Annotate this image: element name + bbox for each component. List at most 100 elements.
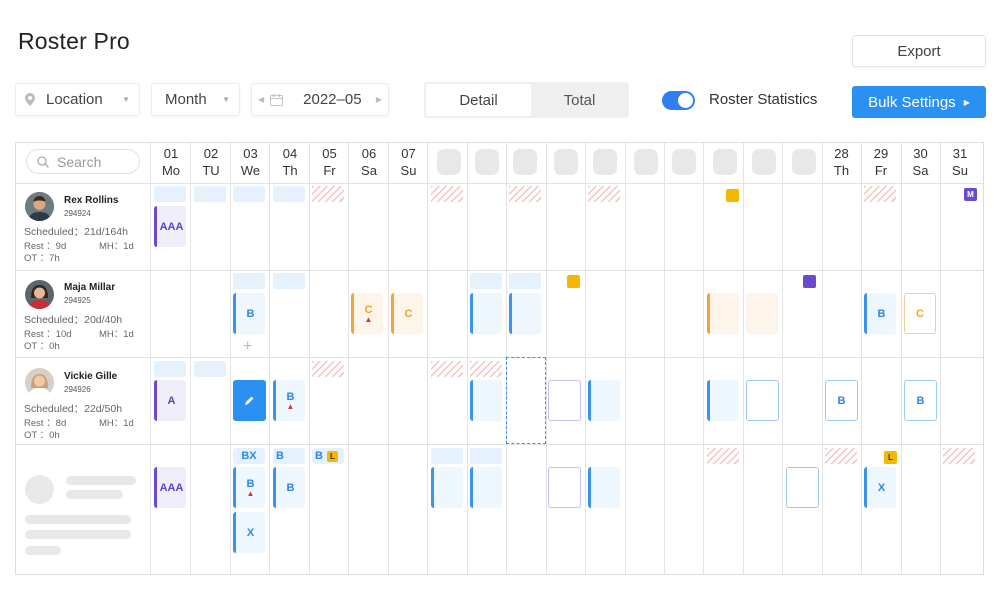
shift-cell[interactable]: X xyxy=(233,512,265,553)
shift-cell[interactable]: B xyxy=(825,380,858,421)
tab-detail[interactable]: Detail xyxy=(426,84,531,116)
selected-cell[interactable] xyxy=(506,357,546,444)
shift-cell[interactable] xyxy=(746,380,779,421)
marker-purple xyxy=(803,275,816,288)
day-header: 06 Sa xyxy=(361,146,377,178)
export-button[interactable]: Export xyxy=(852,35,986,67)
employee-name[interactable]: Maja Millar xyxy=(64,282,115,293)
shift-bar[interactable] xyxy=(233,273,265,289)
tab-total[interactable]: Total xyxy=(531,84,628,116)
shift-bar[interactable] xyxy=(154,186,186,202)
location-pin-icon xyxy=(25,93,35,106)
scheduled-stat: Scheduled：21d/164h xyxy=(24,226,128,238)
shift-bar[interactable] xyxy=(431,448,463,464)
day-header-placeholder xyxy=(672,149,696,175)
shift-cell[interactable]: B xyxy=(233,293,265,334)
mh-stat: MH：1d xyxy=(99,329,134,340)
marker-yellow xyxy=(567,275,580,288)
shift-bar[interactable] xyxy=(273,186,305,202)
calendar-icon xyxy=(270,93,284,106)
shift-bar[interactable] xyxy=(470,273,502,289)
shift-cell[interactable]: B ▲ xyxy=(273,380,305,421)
ot-stat: OT ：7h xyxy=(24,253,60,264)
shift-cell[interactable]: X xyxy=(864,467,896,508)
shift-cell[interactable]: B xyxy=(904,380,937,421)
shift-cell[interactable]: A xyxy=(154,380,186,421)
ot-stat: OT ：0h xyxy=(24,341,60,352)
shift-bar[interactable] xyxy=(154,361,186,377)
chevron-right-icon: ▶ xyxy=(963,97,970,107)
shift-bar[interactable]: BX xyxy=(233,448,265,464)
day-header-placeholder xyxy=(513,149,537,175)
day-header-placeholder xyxy=(752,149,776,175)
shift-cell[interactable] xyxy=(588,380,620,421)
skeleton-line xyxy=(25,530,131,539)
employee-id: 294926 xyxy=(64,385,91,394)
shift-cell[interactable]: B xyxy=(864,293,896,334)
shift-cell[interactable] xyxy=(548,467,581,508)
shift-bar[interactable] xyxy=(509,273,541,289)
shift-cell[interactable] xyxy=(548,380,581,421)
day-header: 30 Sa xyxy=(912,146,929,178)
shift-bar[interactable] xyxy=(273,273,305,289)
period-select[interactable]: Month ▼ xyxy=(151,83,240,116)
prev-month-icon[interactable]: ◀ xyxy=(258,95,264,104)
bulk-settings-button[interactable]: Bulk Settings ▶ xyxy=(852,86,986,118)
day-header: 04 Th xyxy=(282,146,298,178)
shift-cell[interactable] xyxy=(431,467,463,508)
edit-shift-button[interactable] xyxy=(233,380,266,421)
shift-cell[interactable]: B ▲ xyxy=(233,467,265,508)
shift-cell[interactable]: C xyxy=(391,293,423,334)
leave-hatch xyxy=(470,361,502,377)
shift-bar[interactable]: B xyxy=(273,448,305,464)
skeleton-line xyxy=(25,515,131,524)
shift-cell[interactable] xyxy=(588,467,620,508)
day-header-placeholder xyxy=(634,149,658,175)
day-header-placeholder xyxy=(713,149,737,175)
shift-bar[interactable] xyxy=(233,186,265,202)
chevron-down-icon: ▼ xyxy=(122,95,130,104)
search-placeholder: Search xyxy=(57,153,102,170)
leave-hatch xyxy=(707,448,739,464)
shift-cell[interactable] xyxy=(707,293,739,334)
date-picker[interactable]: ◀ 2022–05 ▶ xyxy=(251,83,389,116)
avatar xyxy=(25,192,54,221)
day-header: 28 Th xyxy=(833,146,850,178)
warning-icon: ▲ xyxy=(246,488,255,498)
shift-cell[interactable]: C xyxy=(904,293,936,334)
shift-cell[interactable]: AAA xyxy=(154,467,186,508)
shift-cell[interactable] xyxy=(509,293,541,334)
day-header: 02 TU xyxy=(202,146,220,178)
day-header-placeholder xyxy=(475,149,499,175)
shift-bar[interactable] xyxy=(470,448,502,464)
shift-bar[interactable] xyxy=(194,186,226,202)
add-shift-icon[interactable]: + xyxy=(243,338,252,356)
shift-cell[interactable] xyxy=(470,380,502,421)
location-select[interactable]: Location ▼ xyxy=(15,83,140,116)
avatar xyxy=(25,280,54,309)
shift-cell[interactable]: C ▲ xyxy=(351,293,383,334)
shift-bar[interactable]: BL xyxy=(312,448,344,464)
shift-cell[interactable]: B xyxy=(273,467,305,508)
scheduled-stat: Scheduled：22d/50h xyxy=(24,403,123,415)
shift-cell[interactable]: AAA xyxy=(154,206,186,247)
leave-hatch xyxy=(825,448,857,464)
warning-icon: ▲ xyxy=(286,401,295,411)
skeleton-line xyxy=(25,546,61,555)
marker-m: M xyxy=(964,188,977,201)
search-icon xyxy=(37,155,49,168)
search-input[interactable]: Search xyxy=(26,149,140,174)
shift-bar[interactable] xyxy=(194,361,226,377)
shift-cell[interactable] xyxy=(786,467,819,508)
employee-name[interactable]: Rex Rollins xyxy=(64,195,118,206)
shift-cell[interactable] xyxy=(470,467,502,508)
leave-hatch xyxy=(431,361,463,377)
marker-yellow xyxy=(726,189,739,202)
shift-cell[interactable] xyxy=(470,293,502,334)
shift-cell[interactable] xyxy=(707,380,739,421)
day-header-placeholder xyxy=(792,149,816,175)
next-month-icon[interactable]: ▶ xyxy=(376,95,382,104)
employee-name[interactable]: Vickie Gille xyxy=(64,371,117,382)
shift-cell[interactable] xyxy=(746,293,778,334)
roster-statistics-toggle[interactable] xyxy=(662,91,695,110)
